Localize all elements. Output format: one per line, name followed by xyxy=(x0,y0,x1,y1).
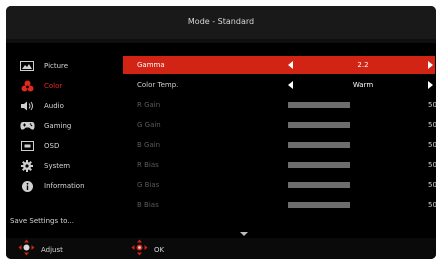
sidebar-item-label: System xyxy=(44,162,71,170)
ok-hint: OK xyxy=(131,239,164,259)
sidebar-item-osd[interactable]: OSD xyxy=(12,136,117,156)
sidebar-item-picture[interactable]: Picture xyxy=(12,56,117,76)
save-settings-button[interactable]: Save Settings to... xyxy=(10,217,74,225)
g-bias-row[interactable]: G Bias 50 xyxy=(123,176,436,194)
sidebar-item-label: Picture xyxy=(44,62,69,70)
scroll-down-icon[interactable] xyxy=(240,232,248,236)
g-bias-slider[interactable] xyxy=(288,182,411,188)
slider-fill xyxy=(288,162,350,168)
g-gain-slider[interactable] xyxy=(288,122,411,128)
adjust-label: Adjust xyxy=(41,245,63,254)
slider-value: 50 xyxy=(428,101,436,109)
joystick-icon xyxy=(18,239,35,259)
slider-fill xyxy=(288,182,350,188)
sidebar-item-gaming[interactable]: Gaming xyxy=(12,116,117,136)
b-bias-slider[interactable] xyxy=(288,202,411,208)
slider-label: B Gain xyxy=(137,141,161,149)
speaker-icon xyxy=(19,101,35,112)
gamma-row[interactable]: Gamma 2.2 xyxy=(123,56,435,74)
sidebar-item-information[interactable]: Information xyxy=(12,176,117,196)
osd-window: Mode - Standard Picture Color Audio Gami… xyxy=(6,6,436,259)
slider-label: G Bias xyxy=(137,181,160,189)
arrow-right-icon[interactable] xyxy=(428,61,433,69)
sidebar-item-label: OSD xyxy=(44,142,60,150)
adjust-hint: Adjust xyxy=(18,239,63,259)
gear-icon xyxy=(19,160,35,172)
slider-label: G Gain xyxy=(137,121,161,129)
gamepad-icon xyxy=(19,121,35,132)
sidebar-item-color[interactable]: Color xyxy=(12,76,117,96)
r-gain-slider[interactable] xyxy=(288,102,411,108)
r-bias-row[interactable]: R Bias 50 xyxy=(123,156,436,174)
r-bias-slider[interactable] xyxy=(288,162,411,168)
r-gain-row[interactable]: R Gain 50 xyxy=(123,96,436,114)
joystick-press-icon xyxy=(131,239,148,259)
slider-value: 50 xyxy=(428,201,436,209)
b-gain-row[interactable]: B Gain 50 xyxy=(123,136,436,154)
info-icon xyxy=(19,180,35,192)
g-gain-row[interactable]: G Gain 50 xyxy=(123,116,436,134)
slider-value: 50 xyxy=(428,161,436,169)
header-divider xyxy=(6,39,436,43)
arrow-left-icon[interactable] xyxy=(288,81,293,89)
arrow-left-icon[interactable] xyxy=(288,61,293,69)
sidebar-item-label: Color xyxy=(44,82,63,90)
arrow-right-icon[interactable] xyxy=(428,81,433,89)
color-temp-value: Warm xyxy=(352,81,374,89)
osd-icon xyxy=(19,141,35,152)
slider-value: 50 xyxy=(428,141,436,149)
slider-fill xyxy=(288,122,350,128)
slider-label: R Bias xyxy=(137,161,159,169)
slider-value: 50 xyxy=(428,121,436,129)
slider-fill xyxy=(288,202,350,208)
slider-label: R Gain xyxy=(137,101,161,109)
ok-label: OK xyxy=(154,245,165,254)
picture-icon xyxy=(19,61,35,72)
b-gain-slider[interactable] xyxy=(288,142,411,148)
color-temp-row[interactable]: Color Temp. Warm xyxy=(123,76,435,94)
gamma-label: Gamma xyxy=(137,61,165,69)
sidebar-item-label: Gaming xyxy=(44,122,72,130)
sidebar-item-label: Information xyxy=(44,182,85,190)
color-temp-label: Color Temp. xyxy=(137,81,179,89)
slider-fill xyxy=(288,142,350,148)
color-palette-icon xyxy=(19,80,35,92)
slider-fill xyxy=(288,102,350,108)
slider-value: 50 xyxy=(428,181,436,189)
footer-hints: Adjust OK xyxy=(6,238,436,259)
sidebar-item-label: Audio xyxy=(44,102,64,110)
mode-title: Mode - Standard xyxy=(187,17,255,26)
osd-header: Mode - Standard xyxy=(6,6,436,39)
gamma-value: 2.2 xyxy=(357,61,369,69)
sidebar-item-audio[interactable]: Audio xyxy=(12,96,117,116)
slider-label: B Bias xyxy=(137,201,159,209)
sidebar-item-system[interactable]: System xyxy=(12,156,117,176)
b-bias-row[interactable]: B Bias 50 xyxy=(123,196,436,214)
